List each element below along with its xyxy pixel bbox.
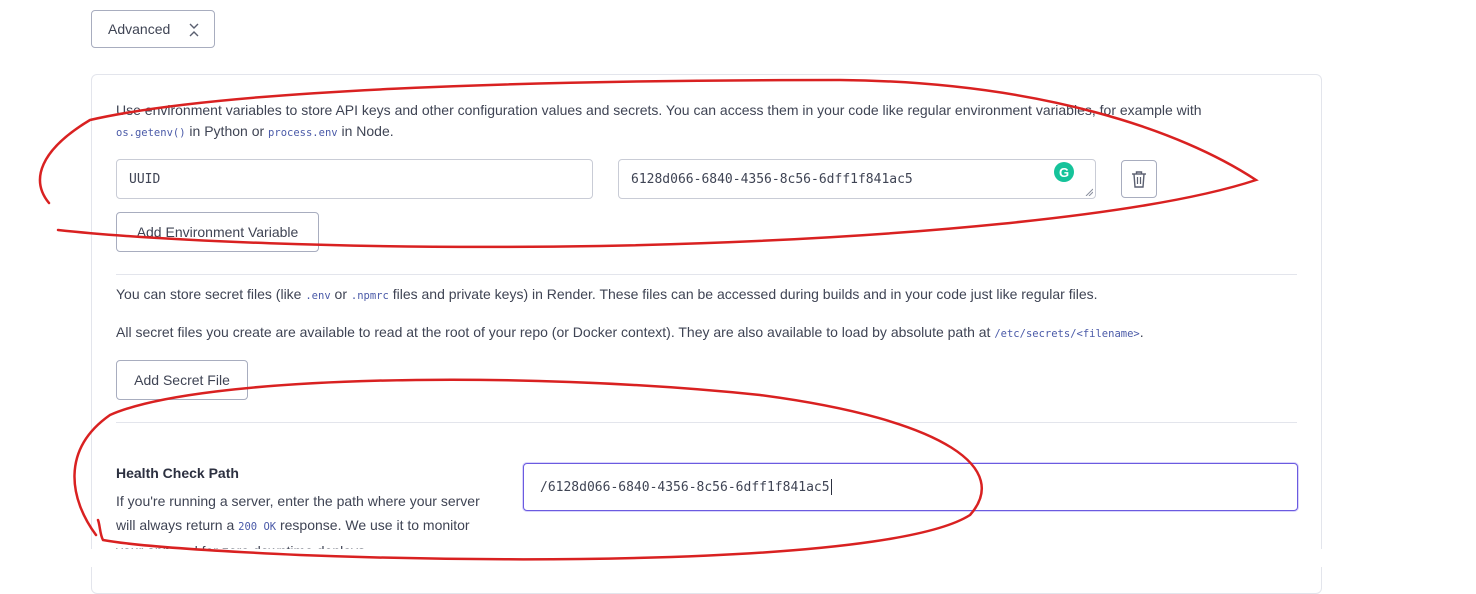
secret-files-text-1a: You can store secret files (like <box>116 286 306 302</box>
code-process-env: process.env <box>268 127 338 139</box>
secret-files-text-1b: files and private keys) in Render. These… <box>388 286 1098 302</box>
code-200-ok: 200 OK <box>238 521 277 533</box>
code-env: .env <box>305 290 331 302</box>
secret-files-text-2-end: . <box>1139 324 1144 340</box>
env-desc-node: in Node. <box>337 123 394 139</box>
secret-files-path-description: All secret files you create are availabl… <box>116 322 1296 345</box>
env-var-value-input[interactable]: 6128d066-6840-4356-8c56-6dff1f841ac5 <box>618 159 1096 199</box>
code-npmrc: .npmrc <box>350 290 389 302</box>
chevron-collapse-icon <box>189 23 199 37</box>
code-secrets-path: /etc/secrets/<filename> <box>994 328 1140 340</box>
add-environment-variable-button[interactable]: Add Environment Variable <box>116 212 319 252</box>
health-check-path-value: /6128d066-6840-4356-8c56-6dff1f841ac5 <box>540 479 830 495</box>
env-vars-description: Use environment variables to store API k… <box>116 100 1286 144</box>
text-caret <box>830 479 832 495</box>
delete-env-var-button[interactable] <box>1121 160 1157 198</box>
grammarly-letter: G <box>1058 164 1070 180</box>
secret-files-text-2: All secret files you create are availabl… <box>116 324 995 340</box>
env-var-key-input[interactable]: UUID <box>116 159 593 199</box>
env-var-value-text: 6128d066-6840-4356-8c56-6dff1f841ac5 <box>631 171 913 187</box>
bottom-crop <box>0 549 1476 567</box>
trash-icon <box>1132 171 1146 188</box>
secret-files-or: or <box>330 286 351 302</box>
add-env-var-label: Add Environment Variable <box>136 224 299 240</box>
add-secret-file-label: Add Secret File <box>134 372 230 388</box>
add-secret-file-button[interactable]: Add Secret File <box>116 360 248 400</box>
resize-grip-icon[interactable] <box>1085 188 1093 196</box>
section-divider <box>116 422 1297 423</box>
grammarly-icon[interactable]: G <box>1054 162 1074 182</box>
advanced-toggle-button[interactable]: Advanced <box>91 10 215 48</box>
health-check-path-input[interactable]: /6128d066-6840-4356-8c56-6dff1f841ac5 <box>523 463 1298 511</box>
env-var-key-value: UUID <box>129 171 161 187</box>
secret-files-description: You can store secret files (like .env or… <box>116 284 1296 307</box>
health-check-title: Health Check Path <box>116 465 239 481</box>
section-divider <box>116 274 1297 275</box>
advanced-label: Advanced <box>108 21 171 37</box>
code-getenv: os.getenv() <box>116 127 186 139</box>
env-desc-text: Use environment variables to store API k… <box>116 102 1202 118</box>
env-desc-python: in Python or <box>185 123 269 139</box>
